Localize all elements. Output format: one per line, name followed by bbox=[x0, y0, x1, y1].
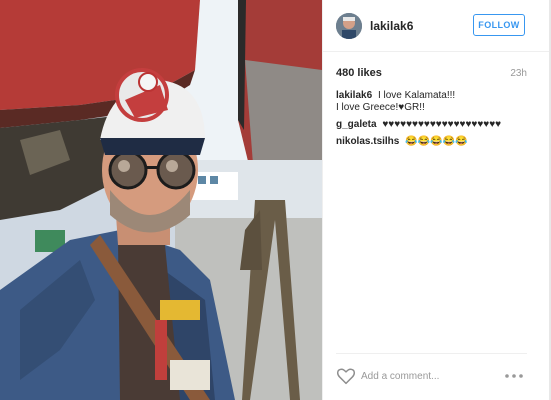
post-container: lakilak6 FOLLOW 480 likes 23h lakilak6 I… bbox=[0, 0, 551, 400]
comment-username[interactable]: nikolas.tsilhs bbox=[336, 136, 399, 147]
comments-list: lakilak6 I love Kalamata!!! I love Greec… bbox=[336, 90, 536, 153]
post-sidebar: lakilak6 FOLLOW 480 likes 23h lakilak6 I… bbox=[322, 0, 551, 400]
likes-count[interactable]: 480 likes bbox=[336, 67, 382, 79]
comment-text: 😂😂😂😂😂 bbox=[405, 136, 468, 147]
comment-item: g_galeta ♥♥♥♥♥♥♥♥♥♥♥♥♥♥♥♥♥♥♥♥ bbox=[336, 119, 536, 131]
comment-username[interactable]: lakilak6 bbox=[336, 90, 372, 101]
comment-text: ♥♥♥♥♥♥♥♥♥♥♥♥♥♥♥♥♥♥♥♥ bbox=[382, 119, 502, 130]
follow-button[interactable]: FOLLOW bbox=[473, 14, 525, 36]
avatar[interactable] bbox=[336, 13, 362, 39]
heart-icon[interactable] bbox=[336, 367, 356, 385]
add-comment-input[interactable]: Add a comment... bbox=[361, 371, 439, 382]
comment-item: nikolas.tsilhs 😂😂😂😂😂 bbox=[336, 136, 536, 148]
post-photo[interactable] bbox=[0, 0, 322, 400]
post-header: lakilak6 FOLLOW bbox=[323, 0, 551, 52]
comment-username[interactable]: g_galeta bbox=[336, 119, 377, 130]
divider bbox=[336, 353, 527, 354]
post-time: 23h bbox=[510, 68, 527, 79]
photo-art bbox=[0, 0, 322, 400]
username[interactable]: lakilak6 bbox=[370, 19, 413, 33]
more-options-icon[interactable] bbox=[505, 374, 523, 378]
comment-item: lakilak6 I love Kalamata!!! I love Greec… bbox=[336, 90, 536, 114]
